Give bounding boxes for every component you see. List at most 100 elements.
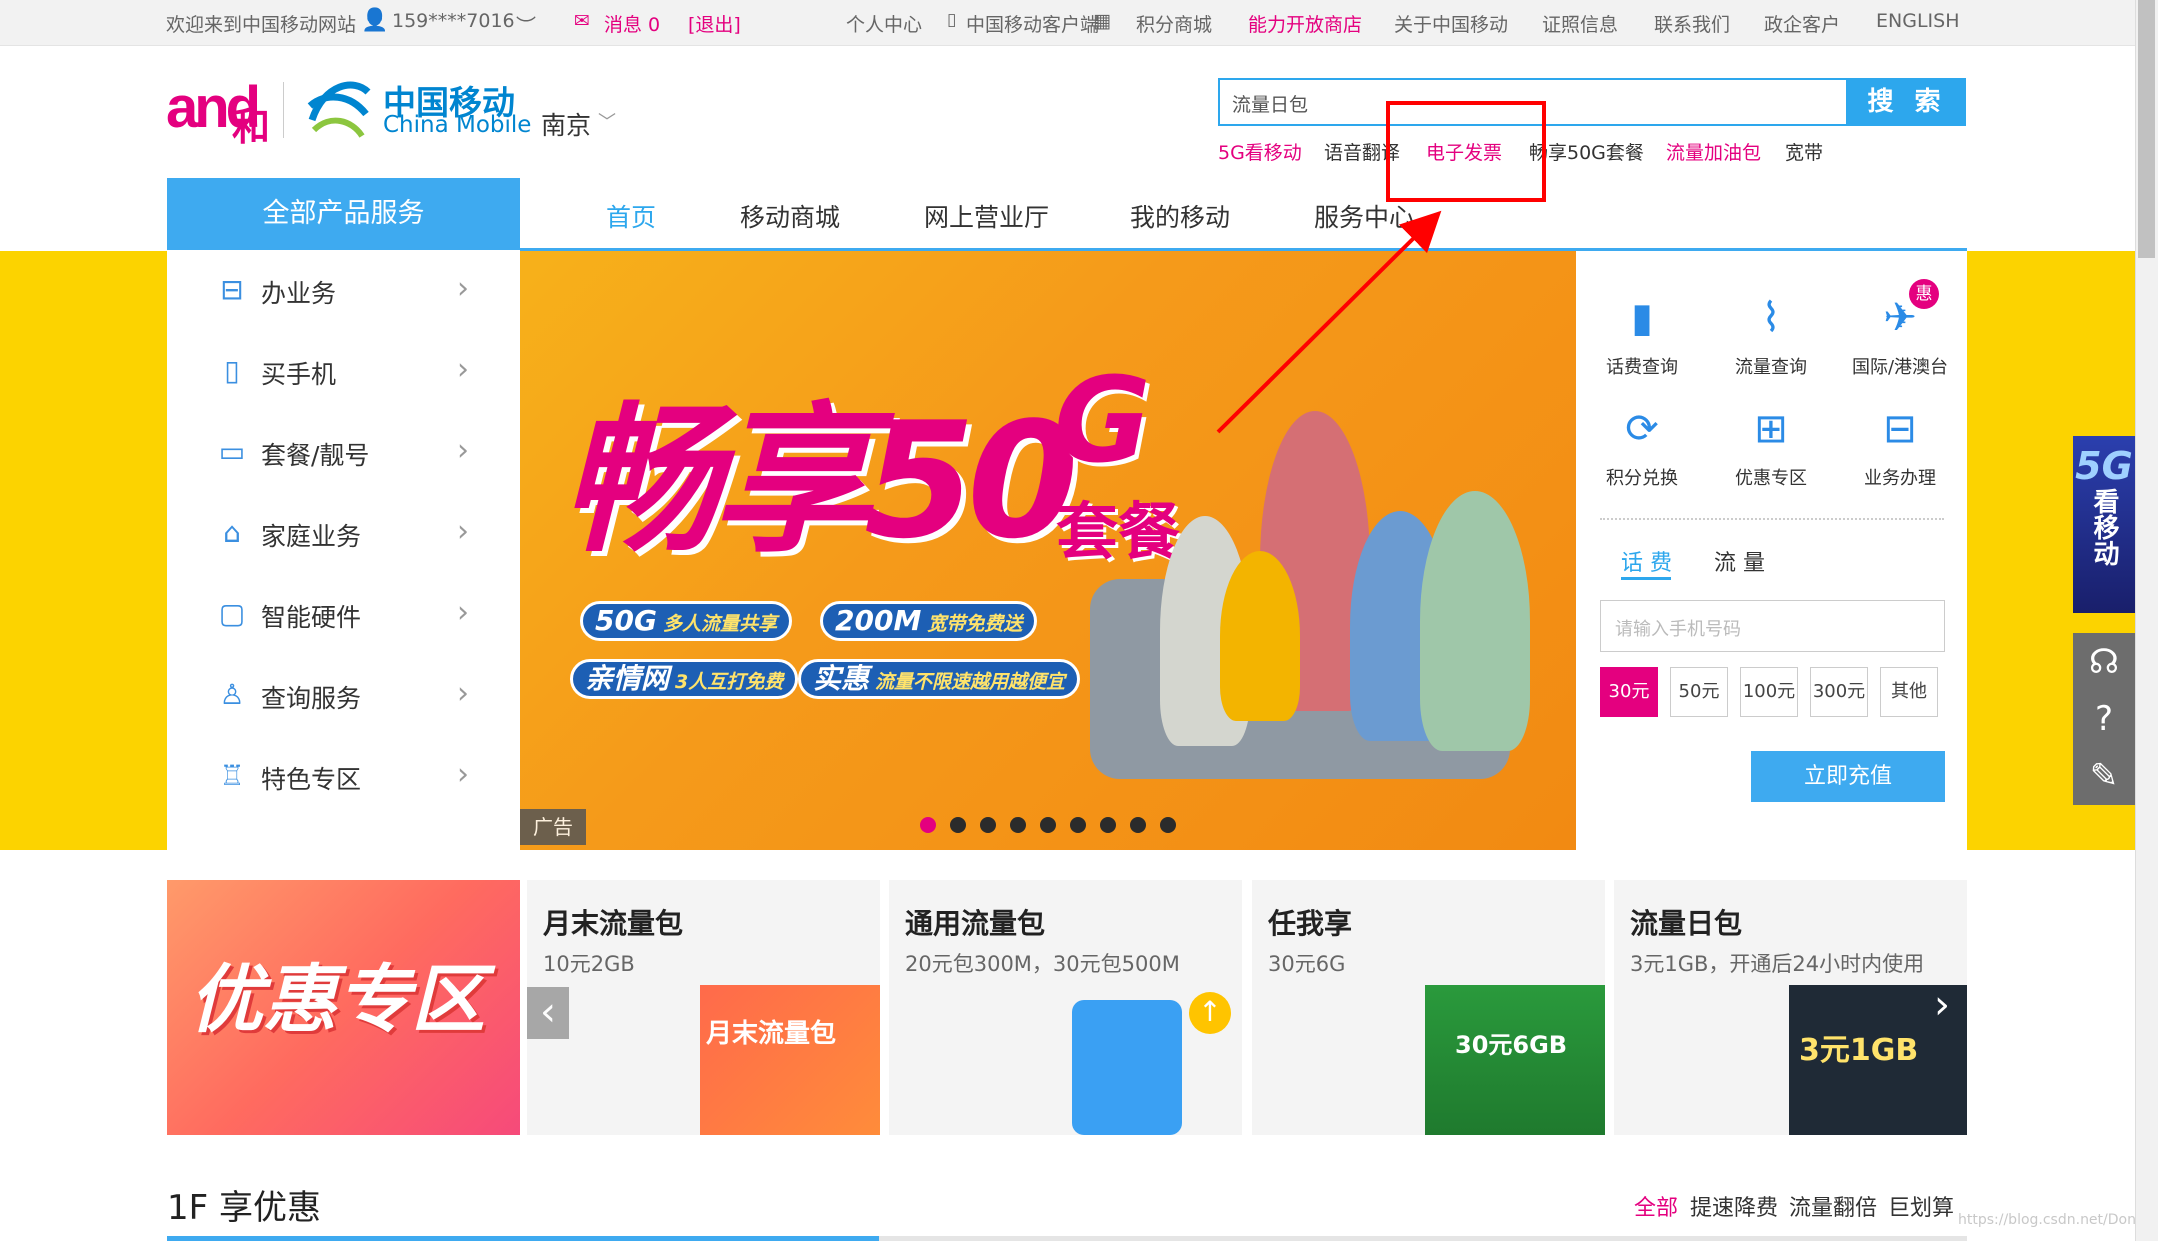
eye-closed-icon[interactable]: ︶ xyxy=(516,10,536,39)
floor-divider-active xyxy=(167,1236,879,1241)
china-mobile-logo-icon[interactable] xyxy=(304,74,374,140)
amount-30[interactable]: 30元 xyxy=(1600,667,1658,717)
edit-icon[interactable]: ✎ xyxy=(2073,747,2135,805)
side-item-special[interactable]: ♖ 特色专区 › xyxy=(167,737,520,818)
quick-points-exchange[interactable]: ⟳ 积分兑换 xyxy=(1587,402,1697,490)
carousel-dot[interactable] xyxy=(1070,817,1086,833)
link-points-mall[interactable]: 积分商城 xyxy=(1136,10,1212,37)
hot-link-5g[interactable]: 5G看移动 xyxy=(1218,138,1302,165)
carousel-dot[interactable] xyxy=(980,817,996,833)
side-item-label: 套餐/靓号 xyxy=(261,441,370,470)
amount-300[interactable]: 300元 xyxy=(1810,667,1868,717)
side-item-plans[interactable]: ▭ 套餐/靓号 › xyxy=(167,413,520,494)
customer-service-icon[interactable]: ☊ xyxy=(2073,633,2135,691)
link-about[interactable]: 关于中国移动 xyxy=(1394,10,1508,37)
side-item-family[interactable]: ⌂ 家庭业务 › xyxy=(167,494,520,575)
amount-50[interactable]: 50元 xyxy=(1670,667,1728,717)
quick-data-query[interactable]: ⌇ 流量查询 xyxy=(1716,291,1826,379)
promo-card-image xyxy=(1072,1000,1182,1135)
quick-international[interactable]: ✈ 国际/港澳台 xyxy=(1845,291,1955,379)
quick-bill-query[interactable]: ▮ 话费查询 xyxy=(1587,291,1697,379)
promo-card[interactable]: 月末流量包 10元2GB 月末流量包 xyxy=(527,880,880,1135)
promo-card[interactable]: 任我享 30元6G 30元6GB xyxy=(1252,880,1605,1135)
gift-icon: ⊞ xyxy=(1754,406,1788,452)
refresh-icon: ⟳ xyxy=(1625,406,1659,452)
recharge-button[interactable]: 立即充值 xyxy=(1751,751,1945,802)
tab-bill[interactable]: 话 费 xyxy=(1621,545,1672,577)
nav-mall[interactable]: 移动商城 xyxy=(740,198,840,234)
nav-online-hall[interactable]: 网上营业厅 xyxy=(924,198,1049,234)
quick-item-label: 业务办理 xyxy=(1864,468,1936,489)
float-5g-banner[interactable]: 5G 看移动 xyxy=(2073,436,2135,613)
amount-other[interactable]: 其他 xyxy=(1880,667,1938,717)
search-button[interactable]: 搜 索 xyxy=(1848,78,1966,126)
help-icon[interactable]: ? xyxy=(2073,690,2135,748)
promo-card-image: 月末流量包 xyxy=(700,985,880,1135)
side-item-label: 特色专区 xyxy=(261,765,362,794)
nav-service-center[interactable]: 服务中心 xyxy=(1314,198,1414,234)
up-arrow-icon: ↑ xyxy=(1189,992,1231,1034)
link-contact[interactable]: 联系我们 xyxy=(1654,10,1730,37)
link-english[interactable]: ENGLISH xyxy=(1876,10,1959,32)
carousel-dot[interactable] xyxy=(1010,817,1026,833)
banner-headline-g: G xyxy=(1054,351,1151,489)
floor-tab-all[interactable]: 全部 xyxy=(1634,1190,1678,1222)
promo-card-image-text: 30元6GB xyxy=(1455,1031,1568,1059)
hero-banner[interactable]: 畅享50 G 套餐 50G 多人流量共享 200M 宽带免费送 亲情网 3人互打免费 … xyxy=(520,251,1576,850)
carousel-dot[interactable] xyxy=(920,817,936,833)
carousel-dot[interactable] xyxy=(950,817,966,833)
mail-icon: ✉ xyxy=(574,10,590,32)
city-selector[interactable]: 南京 xyxy=(541,106,591,142)
side-item-query[interactable]: ♙ 查询服务 › xyxy=(167,656,520,737)
link-open-store[interactable]: 能力开放商店 xyxy=(1248,10,1362,37)
logo-divider xyxy=(283,82,284,138)
quick-business[interactable]: ⊟ 业务办理 xyxy=(1845,402,1955,490)
quick-item-label: 流量查询 xyxy=(1735,357,1807,378)
logout-link[interactable]: [退出] xyxy=(688,10,741,37)
quick-discount-zone[interactable]: ⊞ 优惠专区 xyxy=(1716,402,1826,490)
user-icon: 👤 xyxy=(361,8,389,33)
carousel-dot[interactable] xyxy=(1040,817,1056,833)
hot-link-data-boost[interactable]: 流量加油包 xyxy=(1666,138,1761,165)
banner-package: 套餐 xyxy=(1056,495,1181,568)
quick-item-label: 国际/港澳台 xyxy=(1851,357,1949,378)
floor-tab-speed[interactable]: 提速降费 xyxy=(1690,1190,1778,1222)
floor-tab-bargain[interactable]: 巨划算 xyxy=(1888,1190,1954,1222)
chevron-down-icon[interactable]: ﹀ xyxy=(598,108,616,134)
hot-link-50g-plan[interactable]: 畅享50G套餐 xyxy=(1529,138,1644,165)
promo-card-sub: 30元6G xyxy=(1268,952,1346,976)
nav-my-mobile[interactable]: 我的移动 xyxy=(1130,198,1230,234)
nav-home[interactable]: 首页 xyxy=(606,198,656,234)
link-client-app[interactable]: 中国移动客户端 xyxy=(966,10,1099,37)
link-licenses[interactable]: 证照信息 xyxy=(1542,10,1618,37)
scrollbar-thumb[interactable] xyxy=(2138,0,2155,258)
hot-link-broadband[interactable]: 宽带 xyxy=(1785,138,1823,165)
chevron-right-icon: › xyxy=(457,676,469,711)
all-products-button[interactable]: 全部产品服务 xyxy=(167,178,520,250)
message-link[interactable]: 消息 0 xyxy=(604,10,660,37)
tab-data[interactable]: 流 量 xyxy=(1714,545,1765,577)
carousel-dot[interactable] xyxy=(1130,817,1146,833)
carousel-next-icon[interactable]: › xyxy=(1934,982,1950,1028)
side-item-phones[interactable]: ▯ 买手机 › xyxy=(167,332,520,413)
side-item-business[interactable]: ⊟ 办业务 › xyxy=(167,251,520,332)
person-illustration xyxy=(1420,491,1530,751)
side-item-hardware[interactable]: ▢ 智能硬件 › xyxy=(167,575,520,656)
chevron-right-icon: › xyxy=(457,514,469,549)
ad-tag: 广告 xyxy=(520,809,586,845)
carousel-dot[interactable] xyxy=(1160,817,1176,833)
promo-card[interactable]: 通用流量包 20元包300M，30元包500M ↑ xyxy=(889,880,1242,1135)
link-enterprise[interactable]: 政企客户 xyxy=(1764,10,1840,37)
link-personal-center[interactable]: 个人中心 xyxy=(846,10,922,37)
promo-discount-zone[interactable]: 优惠专区 xyxy=(167,880,520,1135)
qrcode-icon[interactable]: ▦ xyxy=(1093,10,1111,32)
floor-tab-double[interactable]: 流量翻倍 xyxy=(1789,1190,1877,1222)
chevron-right-icon: › xyxy=(457,595,469,630)
promo-card[interactable]: 流量日包 3元1GB，开通后24小时内使用 3元1GB xyxy=(1614,880,1967,1135)
carousel-prev-button[interactable]: ‹ xyxy=(527,987,569,1039)
phone-number-input[interactable]: 请输入手机号码 xyxy=(1600,600,1945,652)
phone-number[interactable]: 159****7016 xyxy=(392,10,515,32)
carousel-dot[interactable] xyxy=(1100,817,1116,833)
amount-100[interactable]: 100元 xyxy=(1740,667,1798,717)
side-item-label: 智能硬件 xyxy=(261,603,362,632)
